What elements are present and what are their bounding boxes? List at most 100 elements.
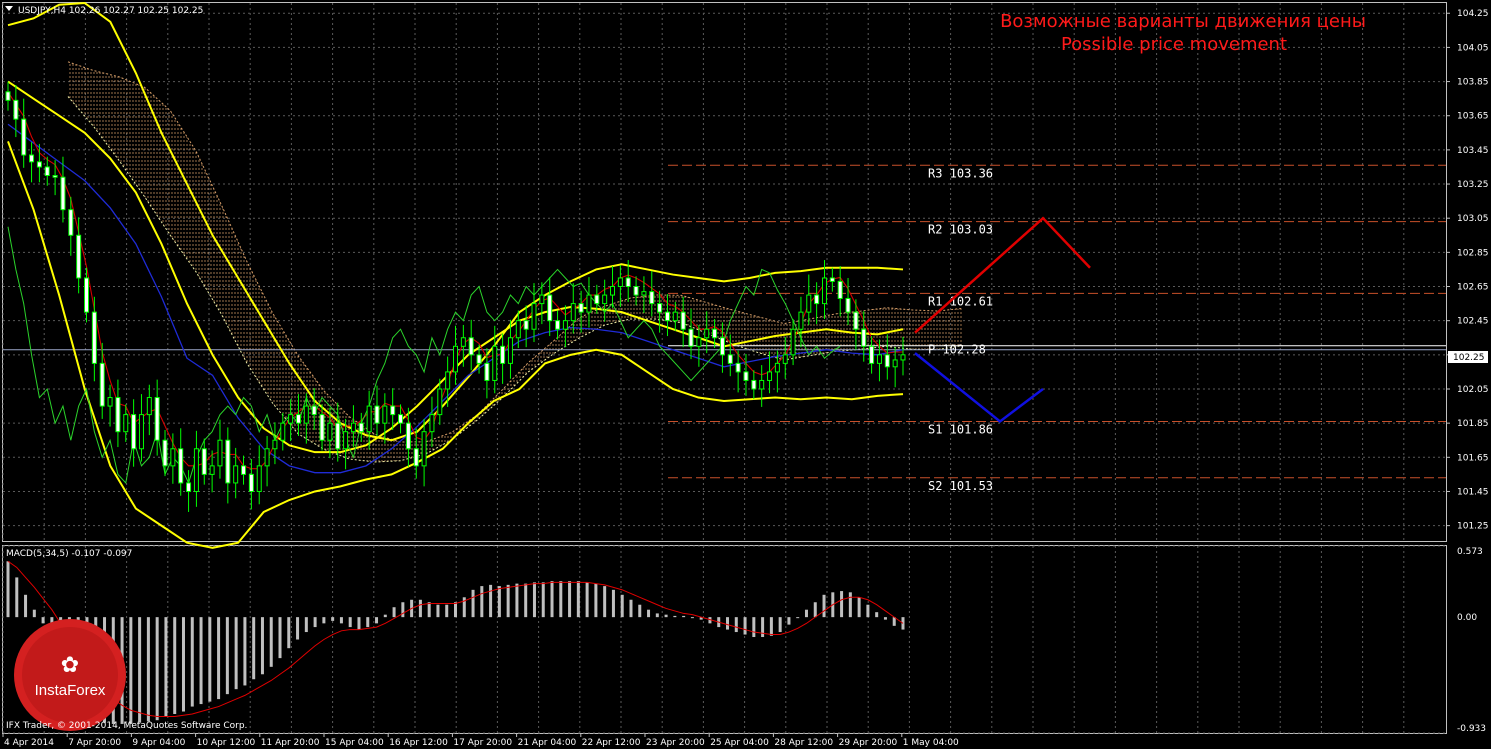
candle-down xyxy=(594,294,600,305)
time-tick-label: 11 Apr 20:00 xyxy=(261,738,320,748)
candle-up xyxy=(366,405,372,433)
macd-bar xyxy=(489,584,493,618)
candle-down xyxy=(712,328,718,339)
candle-up xyxy=(610,286,616,296)
macd-bar xyxy=(726,617,730,630)
candle-up xyxy=(445,371,451,390)
macd-bar xyxy=(611,589,615,618)
candle-down xyxy=(5,91,11,101)
candle-down xyxy=(335,422,341,450)
candle-up xyxy=(146,397,152,416)
annotation-ru: Возможные варианты движения цены xyxy=(1000,11,1366,32)
macd-bar xyxy=(647,609,651,618)
annotation-en: Possible price movement xyxy=(1061,34,1287,55)
candle-down xyxy=(688,328,694,347)
candle-up xyxy=(303,405,309,424)
candle-up xyxy=(507,337,513,364)
price-tick-label: 102.05 xyxy=(1457,385,1489,395)
candle-up xyxy=(209,465,215,475)
candle-up xyxy=(492,345,498,381)
candle-up xyxy=(641,291,647,296)
candle-up xyxy=(782,354,788,364)
candle-up xyxy=(672,311,678,322)
macd-bar xyxy=(550,581,554,618)
collapse-arrow-icon[interactable] xyxy=(5,6,13,11)
candle-up xyxy=(343,431,349,450)
macd-bar xyxy=(682,615,686,618)
candle-up xyxy=(515,320,521,339)
macd-bar xyxy=(173,617,177,715)
time-tick-label: 23 Apr 20:00 xyxy=(646,738,705,748)
candle-down xyxy=(29,154,35,163)
candle-down xyxy=(201,448,207,475)
candle-up xyxy=(821,277,827,305)
candle-down xyxy=(358,422,364,433)
time-tick-label: 9 Apr 04:00 xyxy=(132,738,185,748)
candle-down xyxy=(91,311,97,364)
candle-down xyxy=(295,414,301,424)
candle-down xyxy=(468,337,474,356)
level-label: R2 103.03 xyxy=(928,223,993,237)
macd-bar xyxy=(497,586,501,618)
macd-tick-label: 0.00 xyxy=(1457,613,1477,623)
macd-bar xyxy=(155,617,159,721)
candle-down xyxy=(44,166,50,177)
candle-up xyxy=(429,414,435,433)
candle-down xyxy=(68,209,74,236)
macd-bar xyxy=(313,617,317,628)
macd-bar xyxy=(524,583,528,618)
candle-down xyxy=(186,482,192,492)
candle-down xyxy=(131,414,137,450)
time-tick-label: 17 Apr 20:00 xyxy=(453,738,512,748)
macd-bar xyxy=(24,594,28,618)
candle-down xyxy=(154,397,160,441)
macd-bar xyxy=(752,617,756,638)
candle-down xyxy=(664,311,670,322)
level-label: R3 103.36 xyxy=(928,166,993,180)
candle-up xyxy=(217,439,223,467)
candle-up xyxy=(170,448,176,467)
macd-bar xyxy=(32,609,36,618)
macd-bar xyxy=(585,582,589,618)
candle-down xyxy=(84,277,90,313)
candle-up xyxy=(531,303,537,330)
price-tick-label: 102.85 xyxy=(1457,248,1489,258)
macd-bar xyxy=(269,617,273,667)
macd-bar xyxy=(629,599,633,618)
macd-bar xyxy=(243,617,247,686)
time-tick-label: 7 Apr 20:00 xyxy=(68,738,121,748)
price-tick-label: 103.85 xyxy=(1457,78,1489,88)
candle-down xyxy=(853,311,859,330)
macd-bar xyxy=(813,602,817,618)
candle-up xyxy=(233,465,239,484)
macd-bar xyxy=(778,617,782,633)
candle-down xyxy=(680,311,686,330)
candle-down xyxy=(21,118,27,156)
macd-bar xyxy=(568,581,572,618)
macd-bar xyxy=(787,617,791,625)
chart-window: R3 103.36 R2 103.03 R1 102.61 P 102.28 S1 10… xyxy=(2,1,1489,748)
price-tick-label: 103.05 xyxy=(1457,214,1489,224)
candle-down xyxy=(547,294,553,322)
candle-down xyxy=(115,397,121,433)
macd-bar xyxy=(515,583,519,618)
macd-bar xyxy=(278,617,282,659)
macd-bar xyxy=(445,604,449,618)
macd-bar xyxy=(322,617,326,624)
macd-bar xyxy=(164,617,168,717)
candle-down xyxy=(555,320,561,330)
candle-down xyxy=(884,354,890,368)
macd-tick-label: 0.573 xyxy=(1457,547,1483,557)
price-tick-label: 101.45 xyxy=(1457,487,1489,497)
candle-down xyxy=(413,448,419,467)
macd-bar xyxy=(769,617,773,636)
price-tick-label: 102.45 xyxy=(1457,317,1489,327)
macd-bar xyxy=(199,617,203,705)
macd-bar xyxy=(734,617,738,633)
candle-up xyxy=(539,294,545,305)
macd-bar xyxy=(532,582,536,618)
macd-bar xyxy=(348,617,352,628)
instaforex-logo: ✿ InstaForex xyxy=(14,619,126,731)
macd-bar xyxy=(427,602,431,618)
macd-bar xyxy=(620,594,624,618)
